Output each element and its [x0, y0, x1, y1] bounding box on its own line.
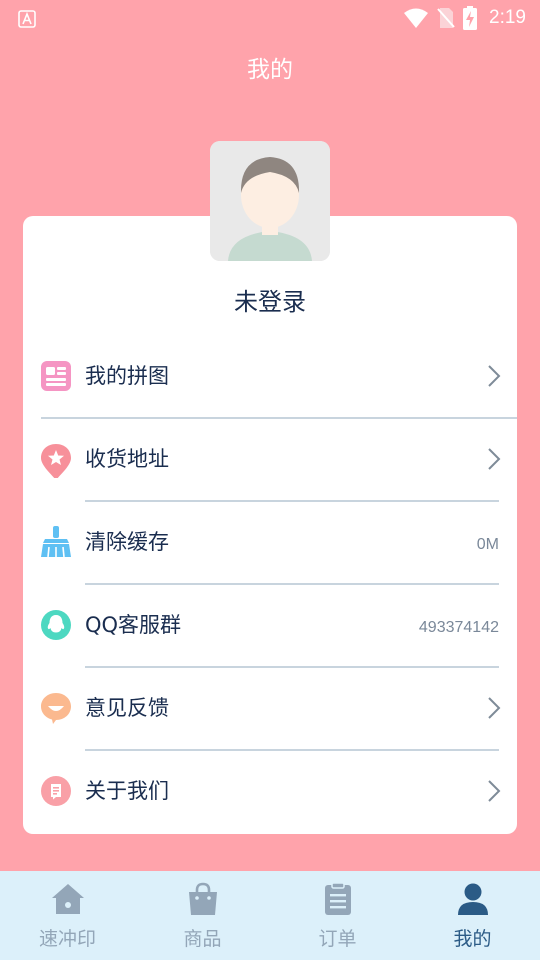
no-sim-icon	[437, 8, 455, 28]
menu-label: 我的拼图	[85, 364, 169, 388]
menu-label: 意见反馈	[85, 696, 169, 720]
shopping-bag-icon	[188, 882, 217, 915]
tab-orders[interactable]: 订单	[270, 871, 405, 960]
person-icon	[457, 883, 488, 915]
menu-item-feedback[interactable]: 意见反馈	[23, 667, 517, 750]
page-title: 我的	[247, 57, 293, 83]
tab-print[interactable]: 速冲印	[0, 871, 135, 960]
chevron-right-icon	[488, 780, 501, 802]
wifi-icon	[404, 8, 429, 28]
status-time: 2:19	[489, 7, 526, 28]
menu-label: 清除缓存	[85, 530, 169, 554]
tab-products[interactable]: 商品	[135, 871, 270, 960]
tab-mine[interactable]: 我的	[405, 871, 540, 960]
menu-item-qq-group[interactable]: QQ客服群 493374142	[23, 584, 517, 667]
tab-label: 速冲印	[38, 928, 96, 950]
qq-icon	[41, 610, 71, 640]
chevron-right-icon	[488, 448, 501, 470]
home-icon	[51, 884, 84, 914]
avatar[interactable]	[210, 141, 330, 261]
app-a-icon	[18, 10, 36, 28]
bottom-tab-bar: 速冲印 商品 订单 我的	[0, 871, 540, 960]
location-pin-icon	[41, 444, 71, 478]
default-avatar-icon	[210, 141, 330, 261]
status-icons: 2:19	[403, 5, 526, 31]
menu-item-my-puzzle[interactable]: 我的拼图	[23, 335, 517, 418]
chevron-right-icon	[488, 697, 501, 719]
menu-item-about-us[interactable]: 关于我们	[23, 750, 517, 833]
chevron-right-icon	[488, 365, 501, 387]
feedback-icon	[41, 693, 71, 724]
about-icon	[41, 776, 71, 806]
status-bar: 2:19	[0, 0, 540, 36]
puzzle-icon	[41, 361, 71, 391]
battery-charging-icon	[463, 6, 478, 30]
clipboard-icon	[324, 882, 351, 915]
menu-item-clear-cache[interactable]: 清除缓存 0M	[23, 501, 517, 584]
broom-icon	[41, 526, 71, 558]
username[interactable]: 未登录	[0, 282, 540, 317]
menu-label: 关于我们	[85, 779, 169, 803]
tab-label: 商品	[183, 928, 222, 950]
tab-label: 我的	[453, 928, 492, 950]
menu-item-shipping-address[interactable]: 收货地址	[23, 418, 517, 501]
cache-size-value: 0M	[476, 536, 499, 553]
menu-label: QQ客服群	[85, 613, 182, 637]
qq-group-number: 493374142	[418, 619, 499, 636]
menu-label: 收货地址	[85, 447, 169, 471]
tab-label: 订单	[318, 928, 357, 950]
